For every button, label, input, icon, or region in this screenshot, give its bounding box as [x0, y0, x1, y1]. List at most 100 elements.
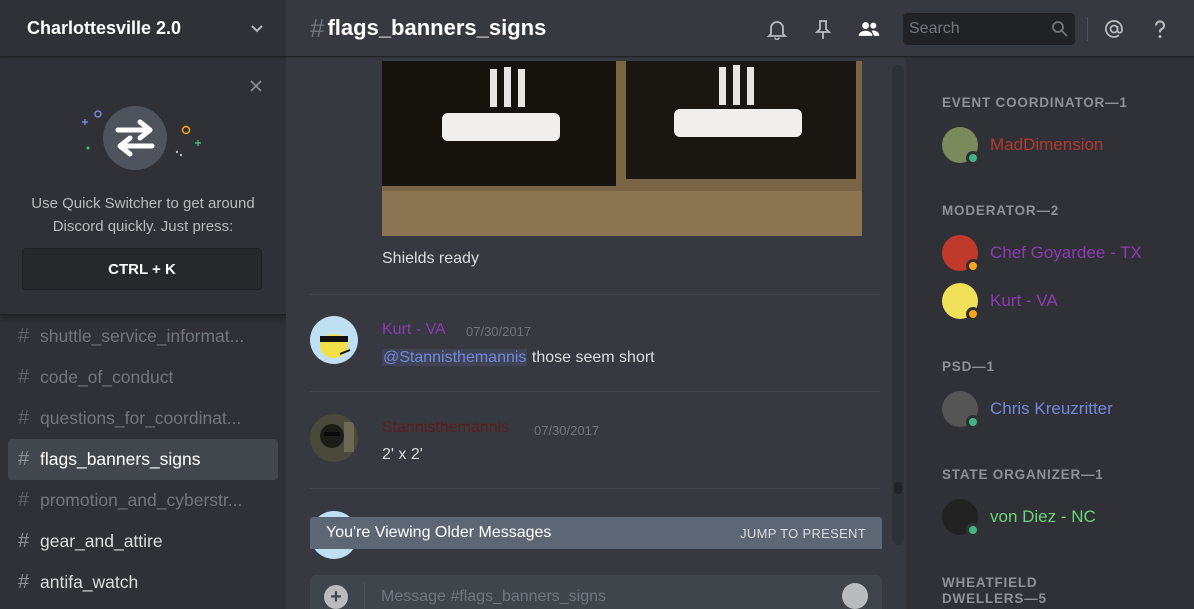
role-header: WHEATFIELD DWELLERS—5	[942, 575, 1047, 606]
shield-photo	[382, 61, 862, 236]
message-caption: Shields ready	[382, 250, 479, 267]
member-name: MadDimension	[990, 135, 1104, 154]
channel-list: # confirmed_participants # shuttle_servi…	[8, 296, 278, 603]
upload-plus-icon[interactable]: +	[324, 585, 348, 609]
avatar	[942, 235, 980, 273]
role-header: EVENT COORDINATOR—1	[942, 95, 1128, 110]
header-toolbar	[765, 0, 1194, 57]
role-header: MODERATOR—2	[942, 203, 1060, 218]
channel-label: promotion_and_cyberstr...	[40, 490, 243, 510]
message-author[interactable]: Stannisthemannis	[382, 419, 509, 437]
channel-name: flags_banners_signs	[327, 15, 547, 40]
member-item[interactable]: Chef Goyardee - TX	[942, 233, 1142, 273]
message-timestamp: 07/30/2017	[534, 423, 600, 438]
avatar	[942, 283, 980, 321]
channel-code-of-conduct[interactable]: # code_of_conduct	[8, 357, 278, 398]
hash-icon: #	[18, 407, 30, 429]
user-mention[interactable]: @Stannisthemannis	[382, 349, 528, 366]
quick-switcher-line1: Use Quick Switcher to get around	[31, 195, 255, 212]
channel-flags-banners-signs[interactable]: # flags_banners_signs	[8, 439, 278, 480]
message-author[interactable]: Kurt - VA	[382, 321, 446, 339]
member-name: Chef Goyardee - TX	[990, 243, 1142, 262]
member-name: Chris Kreuzritter	[990, 399, 1113, 418]
avatar	[942, 127, 980, 165]
search-input[interactable]	[909, 19, 1039, 38]
hash-icon: #	[310, 12, 325, 43]
quick-switcher-icon	[82, 106, 201, 170]
channel-shuttle-service[interactable]: # shuttle_service_informat...	[8, 316, 278, 357]
hash-icon: #	[18, 530, 30, 552]
composer-divider	[364, 583, 365, 609]
message-input[interactable]	[381, 588, 821, 606]
avatar	[942, 499, 980, 537]
emoji-icon[interactable]	[842, 583, 868, 609]
avatar[interactable]	[310, 414, 358, 462]
message-composer: +	[310, 575, 882, 609]
older-messages-notice: You're Viewing Older Messages	[326, 524, 552, 541]
channel-label: gear_and_attire	[40, 531, 163, 551]
members-icon[interactable]	[857, 17, 881, 41]
message-text: those seem short	[527, 349, 655, 366]
chat-header: # flags_banners_signs	[286, 0, 1194, 57]
scrollbar-thumb[interactable]	[894, 482, 902, 494]
jump-to-present-button[interactable]: JUMP TO PRESENT	[740, 526, 866, 541]
chevron-down-icon[interactable]	[250, 21, 264, 35]
member-item[interactable]: MadDimension	[942, 125, 1103, 165]
search-box[interactable]	[903, 12, 1075, 45]
message-content: 2' x 2'	[382, 446, 423, 464]
pin-icon[interactable]	[811, 17, 835, 41]
message-list: Shields ready Kurt - VA 07/30/2017 @Stan…	[286, 57, 906, 609]
channel-label: code_of_conduct	[40, 367, 174, 387]
role-header: PSD—1	[942, 359, 995, 374]
hash-icon: #	[18, 325, 30, 347]
help-icon[interactable]	[1148, 17, 1172, 41]
channel-label: flags_banners_signs	[40, 449, 201, 469]
status-indicator	[966, 415, 980, 429]
channel-antifa-watch[interactable]: # antifa_watch	[8, 562, 278, 603]
scrollbar-track[interactable]	[892, 65, 904, 545]
member-name: Kurt - VA	[990, 291, 1058, 310]
status-indicator	[966, 307, 980, 321]
search-icon	[1052, 20, 1068, 37]
discord-app: Charlottesville 2.0 # confirmed_particip…	[0, 0, 1194, 609]
status-indicator	[966, 259, 980, 273]
hash-icon: #	[18, 489, 30, 511]
member-list: EVENT COORDINATOR—1 MadDimension MODERAT…	[906, 57, 1194, 609]
quick-switcher-text: Use Quick Switcher to get around Discord…	[0, 192, 286, 238]
guild-name: Charlottesville 2.0	[27, 17, 182, 38]
message-divider	[310, 488, 880, 489]
channel-gear-and-attire[interactable]: # gear_and_attire	[8, 521, 278, 562]
avatar[interactable]	[310, 316, 358, 364]
hash-icon: #	[18, 448, 30, 470]
member-name: von Diez - NC	[990, 507, 1096, 526]
role-header: STATE ORGANIZER—1	[942, 467, 1104, 482]
quick-switcher-line2: Discord quickly. Just press:	[52, 218, 234, 235]
shortcut-key: CTRL + K	[22, 248, 262, 290]
channel-label: antifa_watch	[40, 572, 139, 592]
message-text: 2' x 2'	[382, 446, 423, 463]
toolbar-divider	[1087, 16, 1088, 41]
channel-sidebar: Charlottesville 2.0 # confirmed_particip…	[0, 0, 286, 609]
channel-questions[interactable]: # questions_for_coordinat...	[8, 398, 278, 439]
quick-switcher-popout: Use Quick Switcher to get around Discord…	[0, 60, 286, 315]
avatar	[942, 391, 980, 429]
channel-promotion[interactable]: # promotion_and_cyberstr...	[8, 480, 278, 521]
channel-title: # flags_banners_signs	[310, 13, 546, 44]
bell-icon[interactable]	[765, 17, 789, 41]
older-messages-bar: You're Viewing Older Messages JUMP TO PR…	[310, 517, 882, 549]
hash-icon: #	[18, 366, 30, 388]
message-divider	[310, 391, 880, 392]
mentions-icon[interactable]	[1102, 17, 1126, 41]
status-indicator	[966, 151, 980, 165]
member-item[interactable]: von Diez - NC	[942, 497, 1096, 537]
message-divider	[310, 294, 880, 295]
message-timestamp: 07/30/2017	[466, 324, 532, 339]
member-item[interactable]: Kurt - VA	[942, 281, 1058, 321]
hash-icon: #	[18, 571, 30, 593]
close-icon[interactable]	[248, 78, 264, 94]
member-item[interactable]: Chris Kreuzritter	[942, 389, 1113, 429]
status-indicator	[966, 523, 980, 537]
image-attachment[interactable]	[382, 61, 862, 236]
guild-header[interactable]: Charlottesville 2.0	[0, 0, 286, 57]
message-content: @Stannisthemannis those seem short	[382, 349, 655, 367]
